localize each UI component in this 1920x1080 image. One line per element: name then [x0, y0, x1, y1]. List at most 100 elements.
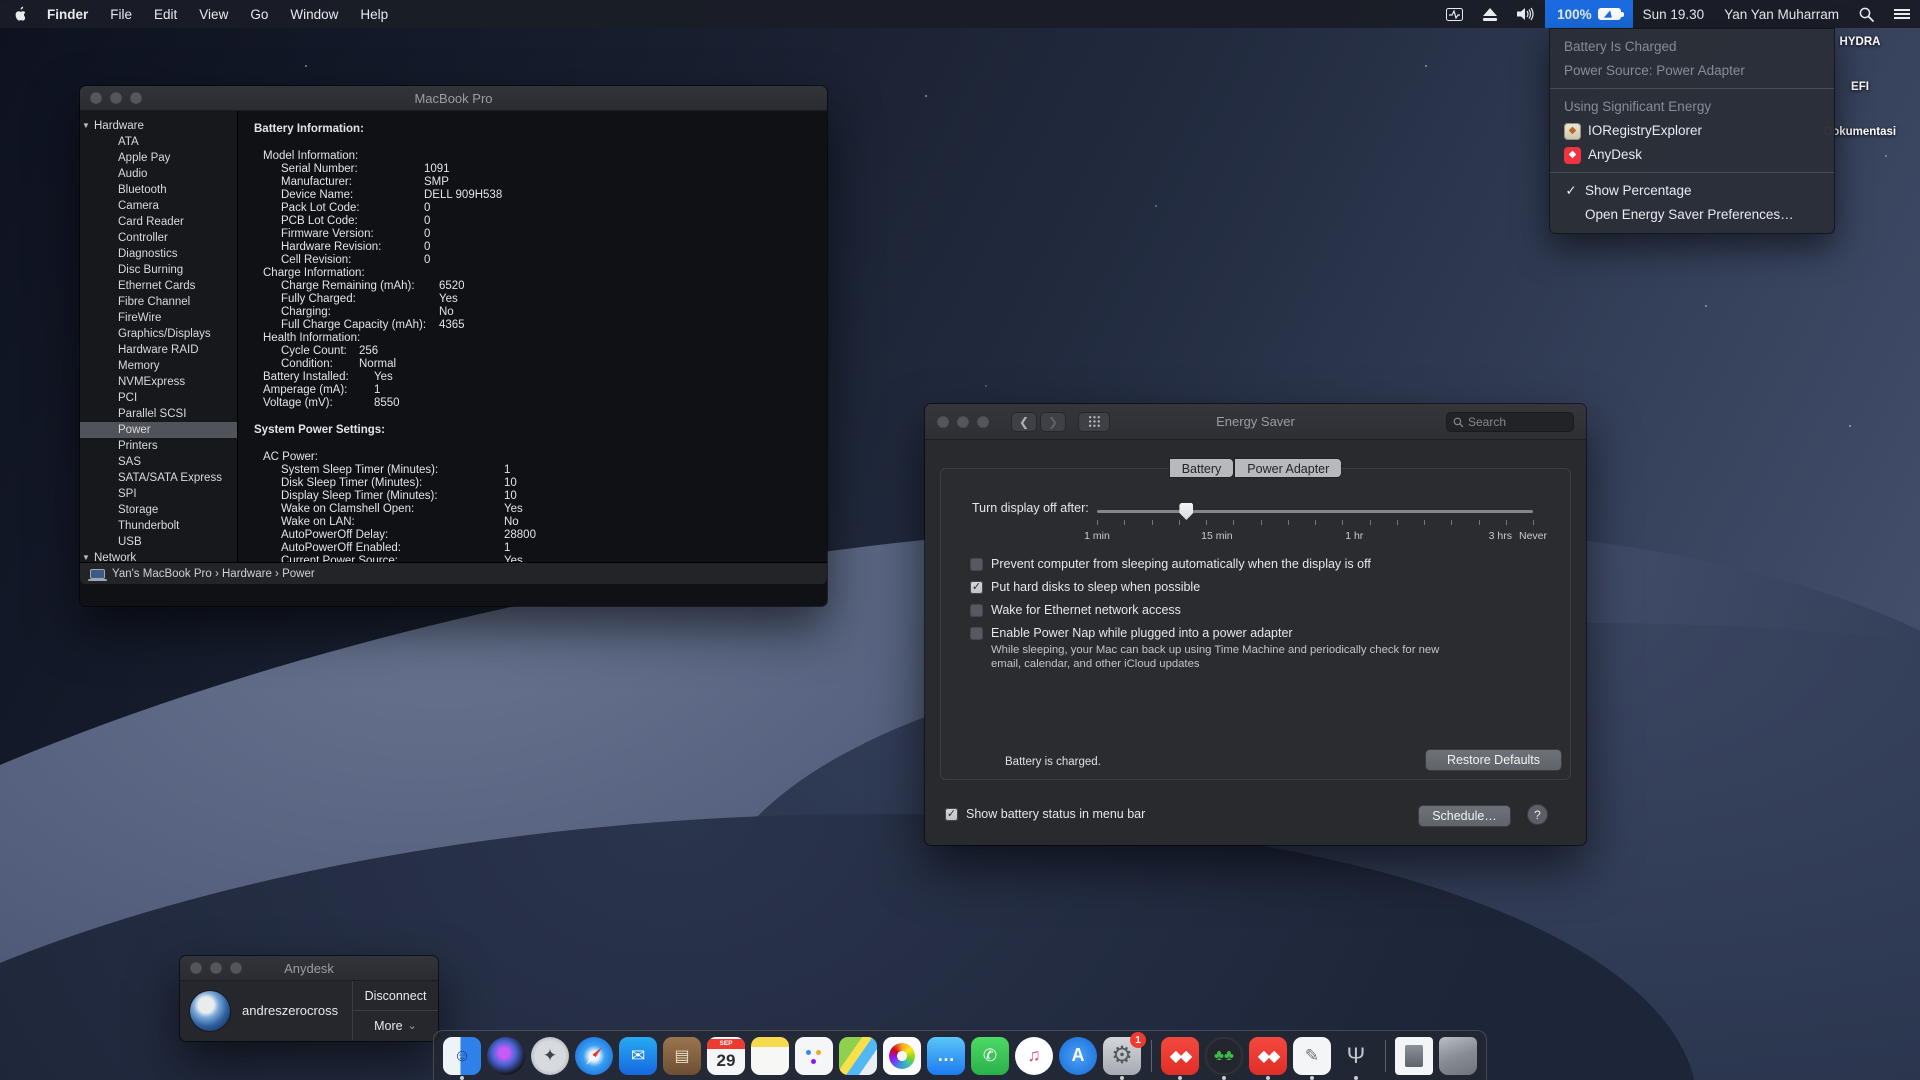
energy-app-item[interactable]: ◆ AnyDesk — [1550, 143, 1834, 167]
sidebar-item[interactable]: ▼SPI — [80, 486, 237, 502]
sidebar-item[interactable]: ▼Storage — [80, 502, 237, 518]
dock-item-ports-app[interactable]: ♣♣ — [1204, 1036, 1244, 1076]
dock-item-facetime[interactable]: ✆ — [970, 1036, 1010, 1076]
energy-app-item[interactable]: ◆ IORegistryExplorer — [1550, 119, 1834, 143]
dock-item-anydesk[interactable]: ◆◆ — [1160, 1036, 1200, 1076]
sidebar-item[interactable]: ▼FireWire — [80, 310, 237, 326]
sidebar-item[interactable]: ▼Diagnostics — [80, 246, 237, 262]
schedule-button[interactable]: Schedule… — [1418, 805, 1511, 827]
sidebar-item[interactable]: ▼Camera — [80, 198, 237, 214]
disclosure-triangle-icon[interactable]: ▼ — [82, 118, 94, 134]
search-icon[interactable] — [1849, 0, 1884, 28]
dock-item-app-store[interactable]: A — [1058, 1036, 1098, 1076]
sidebar-item[interactable]: ▼Apple Pay — [80, 150, 237, 166]
notification-center-icon[interactable] — [1884, 0, 1920, 28]
dock-item-calendar[interactable]: SEP 29 — [706, 1036, 746, 1076]
menubar-item[interactable]: Finder — [36, 0, 99, 28]
volume-icon[interactable] — [1507, 0, 1545, 28]
tab[interactable]: Battery — [1169, 458, 1235, 478]
dock-item-notes[interactable] — [750, 1036, 790, 1076]
zoom-button[interactable] — [130, 92, 142, 104]
sidebar-item[interactable]: ▼Fibre Channel — [80, 294, 237, 310]
tab[interactable]: Power Adapter — [1234, 458, 1342, 478]
help-button[interactable]: ? — [1527, 804, 1548, 825]
dock-item-trash[interactable] — [1438, 1036, 1478, 1076]
dock-item-document[interactable] — [1394, 1036, 1434, 1076]
energy-saver-toolbar[interactable]: ❮ ❯ Energy Saver — [925, 404, 1586, 440]
minimize-button[interactable] — [957, 416, 969, 428]
dock-item-system-preferences[interactable]: ⚙ 1 — [1102, 1036, 1142, 1076]
sidebar-item[interactable]: ▼USB — [80, 534, 237, 550]
dock-item-reminders[interactable] — [794, 1036, 834, 1076]
dock-item-itunes[interactable]: ♫ — [1014, 1036, 1054, 1076]
sidebar-item[interactable]: ▼Network — [80, 550, 237, 562]
menubar-item[interactable]: View — [188, 0, 239, 28]
minimize-button[interactable] — [110, 92, 122, 104]
disconnect-button[interactable]: Disconnect — [353, 981, 438, 1010]
menubar-item[interactable]: File — [99, 0, 143, 28]
menubar-item[interactable]: Go — [239, 0, 279, 28]
search-field[interactable] — [1446, 412, 1574, 432]
dock-item-messages[interactable]: … — [926, 1036, 966, 1076]
sidebar-item[interactable]: ▼SATA/SATA Express — [80, 470, 237, 486]
dock-item-safari[interactable] — [574, 1036, 614, 1076]
dock-item-launchpad[interactable]: ✦ — [530, 1036, 570, 1076]
dock-item-photos[interactable] — [882, 1036, 922, 1076]
checkbox[interactable] — [970, 581, 983, 594]
sidebar-item[interactable]: ▼Hardware RAID — [80, 342, 237, 358]
sidebar-item[interactable]: ▼NVMExpress — [80, 374, 237, 390]
show-all-button[interactable] — [1078, 412, 1110, 432]
sidebar-item[interactable]: ▼Parallel SCSI — [80, 406, 237, 422]
open-energy-saver-prefs-item[interactable]: Open Energy Saver Preferences… — [1550, 203, 1834, 227]
sidebar-item[interactable]: ▼Graphics/Displays — [80, 326, 237, 342]
sidebar-item[interactable]: ▼Printers — [80, 438, 237, 454]
menubar-user[interactable]: Yan Yan Muharram — [1714, 7, 1849, 22]
dock-item-finder[interactable]: ☺ — [442, 1036, 482, 1076]
sidebar-item[interactable]: ▼Thunderbolt — [80, 518, 237, 534]
close-button[interactable] — [937, 416, 949, 428]
more-button[interactable]: More ⌄ — [353, 1010, 438, 1040]
search-input[interactable] — [1468, 415, 1558, 429]
sidebar-item[interactable]: ▼Ethernet Cards — [80, 278, 237, 294]
dock-item-mail[interactable]: ✉ — [618, 1036, 658, 1076]
checkbox[interactable] — [970, 604, 983, 617]
battery-menu-extra[interactable]: 100% — [1545, 0, 1633, 28]
sysinfo-titlebar[interactable]: MacBook Pro — [80, 86, 827, 111]
sidebar-item[interactable]: ▼SAS — [80, 454, 237, 470]
sidebar-item[interactable]: ▼Disc Burning — [80, 262, 237, 278]
anydesk-titlebar[interactable]: Anydesk — [180, 956, 438, 981]
dock-item-maps[interactable] — [838, 1036, 878, 1076]
zoom-button[interactable] — [230, 962, 242, 974]
sidebar-item[interactable]: ▼Card Reader — [80, 214, 237, 230]
restore-defaults-button[interactable]: Restore Defaults — [1425, 749, 1562, 771]
back-button[interactable]: ❮ — [1011, 412, 1037, 432]
sidebar-item[interactable]: ▼Memory — [80, 358, 237, 374]
sidebar-item[interactable]: ▼Hardware — [80, 118, 237, 134]
zoom-button[interactable] — [977, 416, 989, 428]
dock-item-text-tool[interactable]: ✎ — [1292, 1036, 1332, 1076]
menubar-item[interactable]: Help — [349, 0, 399, 28]
sidebar-item[interactable]: ▼Power — [80, 422, 237, 438]
activity-monitor-icon[interactable] — [1436, 0, 1473, 28]
eject-icon[interactable] — [1473, 0, 1507, 28]
dock-item-siri[interactable] — [486, 1036, 526, 1076]
sidebar-item[interactable]: ▼Bluetooth — [80, 182, 237, 198]
desktop-icon[interactable]: HYDRA — [1840, 30, 1881, 48]
menubar-clock[interactable]: Sun 19.30 — [1633, 7, 1715, 22]
show-battery-status-checkbox[interactable] — [945, 808, 958, 821]
sidebar-item[interactable]: ▼ATA — [80, 134, 237, 150]
menubar-item[interactable]: Edit — [143, 0, 188, 28]
minimize-button[interactable] — [210, 962, 222, 974]
checkbox[interactable] — [970, 627, 983, 640]
close-button[interactable] — [90, 92, 102, 104]
menubar-item[interactable]: Window — [279, 0, 349, 28]
checkbox[interactable] — [970, 558, 983, 571]
dock-item-ioregistryexplorer[interactable]: Ψ — [1336, 1036, 1376, 1076]
apple-menu[interactable] — [0, 0, 36, 28]
close-button[interactable] — [190, 962, 202, 974]
show-percentage-item[interactable]: ✓ Show Percentage — [1550, 179, 1834, 203]
sidebar-item[interactable]: ▼Controller — [80, 230, 237, 246]
forward-button[interactable]: ❯ — [1040, 412, 1066, 432]
disclosure-triangle-icon[interactable]: ▼ — [82, 550, 94, 562]
display-off-slider[interactable] — [1097, 510, 1533, 513]
